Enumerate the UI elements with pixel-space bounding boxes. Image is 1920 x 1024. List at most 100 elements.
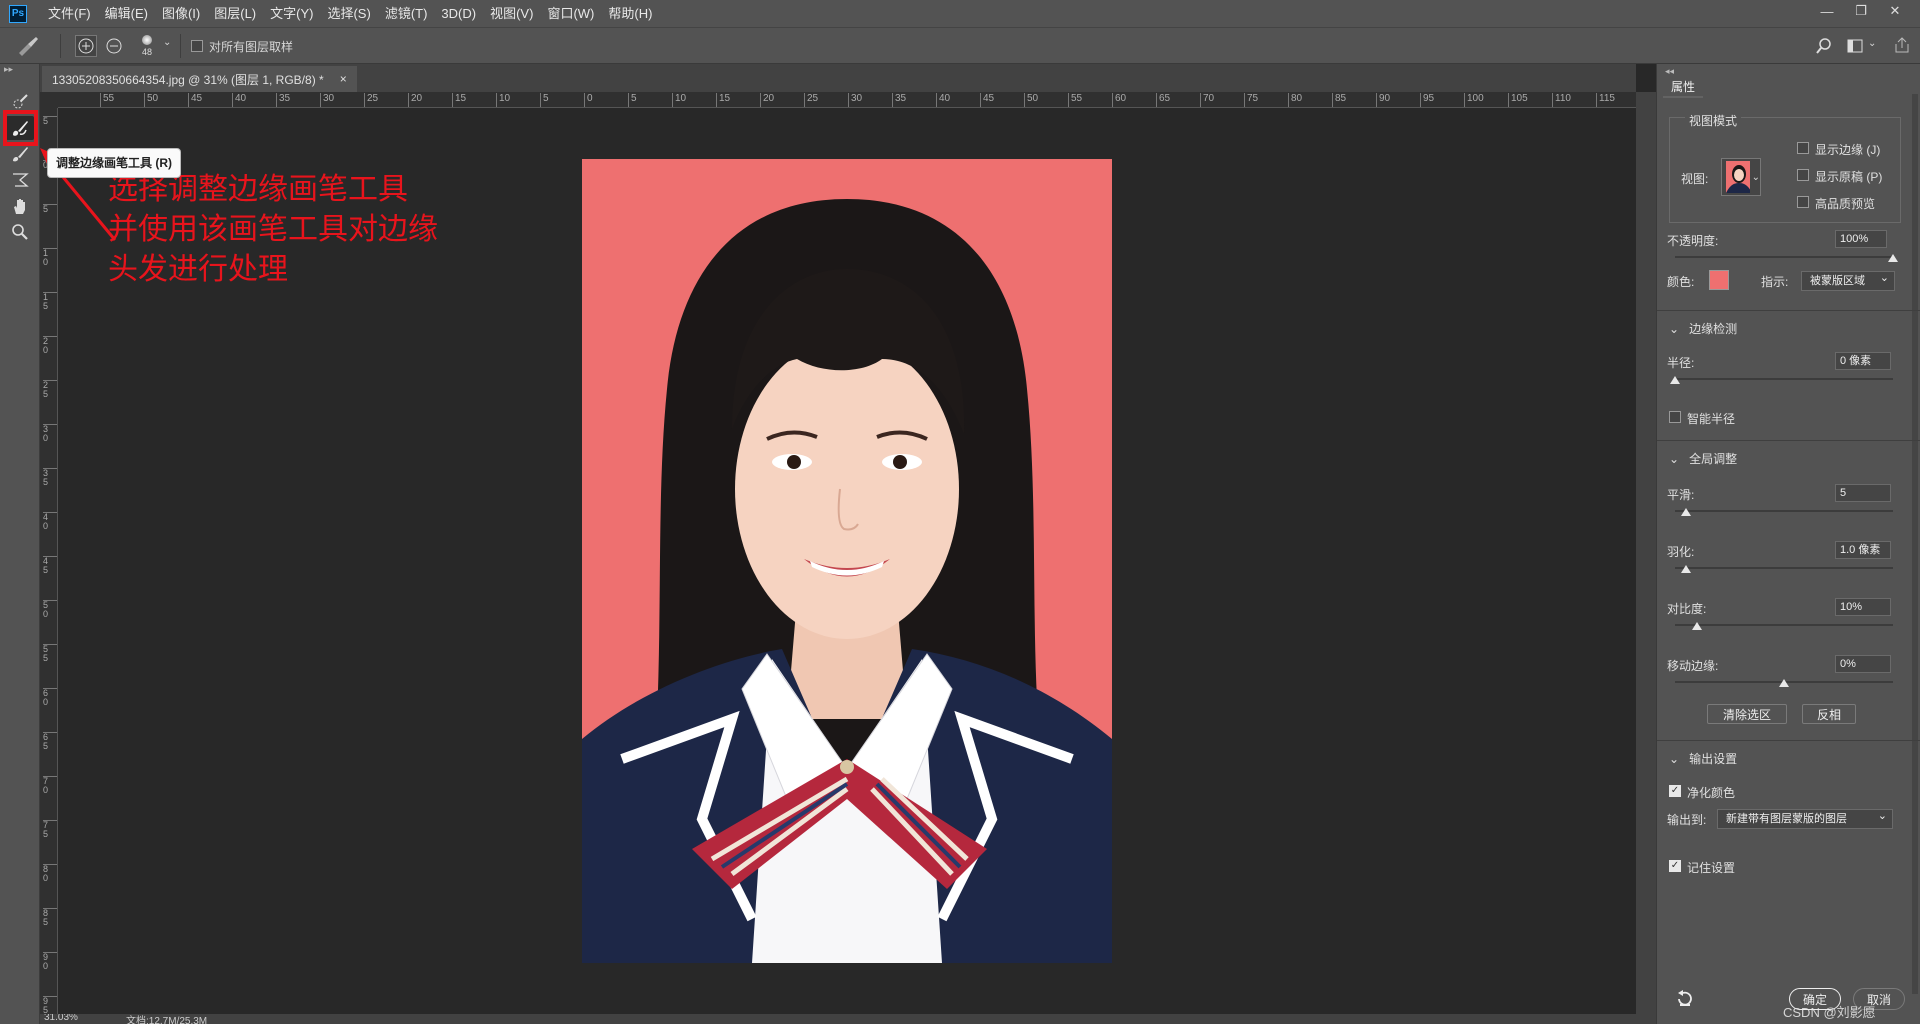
brush-size-picker[interactable]: 48 xyxy=(136,30,158,62)
smooth-input[interactable]: 5 xyxy=(1835,484,1891,502)
ruler-tick-label: 45 xyxy=(980,93,994,107)
collapse-icon[interactable]: ▸▸ xyxy=(4,64,13,75)
ruler-tick-label: 30 xyxy=(848,93,862,107)
opacity-input[interactable]: 100% xyxy=(1835,230,1887,248)
show-edge-label: 显示边缘 (J) xyxy=(1815,143,1881,157)
ruler-tick-label: 75 xyxy=(1244,93,1258,107)
clear-selection-button[interactable]: 清除选区 xyxy=(1707,704,1787,724)
canvas-area[interactable]: 选择调整边缘画笔工具 并使用该画笔工具对边缘 头发进行处理 xyxy=(58,108,1636,1014)
ruler-tick-label: 3 5 xyxy=(43,468,57,487)
ruler-tick-label: 5 0 xyxy=(43,600,57,619)
smart-radius-label: 智能半径 xyxy=(1687,412,1736,426)
menu-item[interactable]: 文件(F) xyxy=(41,0,98,27)
output-to-label: 输出到: xyxy=(1667,813,1707,827)
indicate-label: 指示: xyxy=(1761,275,1789,289)
global-refinements-header[interactable]: ⌄ 全局调整 xyxy=(1669,450,1737,467)
tool-tooltip: 调整边缘画笔工具 (R) xyxy=(47,148,181,178)
menu-item[interactable]: 3D(D) xyxy=(434,0,483,27)
ruler-tick-label: 25 xyxy=(804,93,818,107)
ruler-tick-label: 6 5 xyxy=(43,732,57,751)
ruler-tick-label: 20 xyxy=(408,93,422,107)
erase-refinements-icon[interactable] xyxy=(103,35,125,57)
ruler-tick-label: 5 xyxy=(628,93,637,107)
minimize-button[interactable]: — xyxy=(1810,0,1844,22)
close-tab-icon[interactable]: × xyxy=(340,72,347,86)
watermark-text: CSDN @刘影愿 xyxy=(1783,1005,1876,1020)
zoom-level[interactable]: 31.03% xyxy=(44,1014,78,1023)
vertical-scrollbar[interactable] xyxy=(1636,92,1656,1014)
menu-item[interactable]: 窗口(W) xyxy=(540,0,601,27)
menu-item[interactable]: 帮助(H) xyxy=(601,0,659,27)
ruler-tick-label: 4 0 xyxy=(43,512,57,531)
document-tab[interactable]: 13305208350664354.jpg @ 31% (图层 1, RGB/8… xyxy=(42,66,357,92)
decontaminate-checkbox[interactable]: ✓ xyxy=(1669,785,1681,797)
menu-item[interactable]: 图层(L) xyxy=(207,0,263,27)
annotation-line-3: 头发进行处理 xyxy=(108,252,288,287)
ruler-tick-label: 45 xyxy=(188,93,202,107)
chevron-down-icon: ⌄ xyxy=(1669,451,1680,466)
output-settings-header[interactable]: ⌄ 输出设置 xyxy=(1669,750,1737,767)
menu-item[interactable]: 滤镜(T) xyxy=(378,0,435,27)
properties-panel: ◂◂ 属性 视图模式 视图: ⌄ 显示边缘 (J) 显示原稿 (P) 高品质预览… xyxy=(1656,64,1920,1024)
contrast-input[interactable]: 10% xyxy=(1835,598,1891,616)
reset-icon[interactable] xyxy=(1675,990,1693,1011)
menu-item[interactable]: 文字(Y) xyxy=(263,0,320,27)
ruler-tick-label: 15 xyxy=(716,93,730,107)
search-icon[interactable] xyxy=(1813,35,1835,57)
shift-edge-slider[interactable] xyxy=(1675,679,1893,687)
workspace-icon[interactable] xyxy=(1844,35,1866,57)
hq-preview-checkbox[interactable] xyxy=(1797,196,1809,208)
ruler-tick-label: 9 5 xyxy=(43,996,57,1014)
chevron-down-icon: ⌄ xyxy=(1751,171,1760,183)
contrast-slider[interactable] xyxy=(1675,622,1893,630)
options-bar: 48 ⌄ 对所有图层取样 ⌄ xyxy=(0,27,1920,64)
share-icon[interactable] xyxy=(1891,34,1913,56)
properties-tab[interactable]: 属性 xyxy=(1663,76,1704,98)
annotation-text: 选择调整边缘画笔工具 并使用该画笔工具对边缘 头发进行处理 xyxy=(108,170,438,290)
panel-scrollbar[interactable] xyxy=(1912,94,1918,994)
smooth-slider[interactable] xyxy=(1675,508,1893,516)
remember-settings-checkbox[interactable]: ✓ xyxy=(1669,860,1681,872)
document-image[interactable] xyxy=(582,159,1112,963)
contrast-label: 对比度: xyxy=(1667,602,1707,616)
overlay-color-swatch[interactable] xyxy=(1709,270,1729,290)
invert-button[interactable]: 反相 xyxy=(1802,704,1856,724)
menu-item[interactable]: 视图(V) xyxy=(483,0,540,27)
show-edge-checkbox[interactable] xyxy=(1797,142,1809,154)
radius-slider[interactable] xyxy=(1670,376,1893,384)
radius-input[interactable]: 0 像素 xyxy=(1835,352,1891,370)
horizontal-ruler[interactable]: 55 50 45 40 35 30 25 20 15 10 5 0 5 10 15 20 25 30 35 40 45 5… xyxy=(58,92,1636,108)
ruler-tick-label: 15 xyxy=(452,93,466,107)
menu-item[interactable]: 选择(S) xyxy=(320,0,377,27)
opacity-label: 不透明度: xyxy=(1667,234,1719,248)
expand-detection-icon[interactable] xyxy=(75,35,97,57)
menu-item[interactable]: 编辑(E) xyxy=(98,0,155,27)
ruler-tick-label: 85 xyxy=(1332,93,1346,107)
feather-slider[interactable] xyxy=(1675,565,1893,573)
indicate-select[interactable]: 被蒙版区域 xyxy=(1801,269,1895,291)
shift-edge-input[interactable]: 0% xyxy=(1835,655,1891,673)
ruler-tick-label: 6 0 xyxy=(43,688,57,707)
show-original-checkbox[interactable] xyxy=(1797,169,1809,181)
view-mode-picker[interactable]: ⌄ xyxy=(1721,158,1761,196)
global-refinements-title: 全局调整 xyxy=(1689,452,1738,466)
ruler-tick-label: 40 xyxy=(232,93,246,107)
brush-preset-icon[interactable] xyxy=(14,35,42,57)
document-tab-bar: 13305208350664354.jpg @ 31% (图层 1, RGB/8… xyxy=(40,64,1636,92)
ruler-tick-label: 30 xyxy=(320,93,334,107)
ruler-tick-label: 60 xyxy=(1112,93,1126,107)
smooth-label: 平滑: xyxy=(1667,488,1695,502)
restore-button[interactable]: ❐ xyxy=(1844,0,1878,22)
close-window-button[interactable]: ✕ xyxy=(1878,0,1912,22)
smart-radius-checkbox[interactable] xyxy=(1669,411,1681,423)
ruler-tick-label: 65 xyxy=(1156,93,1170,107)
menu-item[interactable]: 图像(I) xyxy=(155,0,207,27)
edge-detection-header[interactable]: ⌄ 边缘检测 xyxy=(1669,320,1737,337)
output-to-select[interactable]: 新建带有图层蒙版的图层 xyxy=(1717,807,1893,829)
opacity-slider[interactable] xyxy=(1675,254,1898,262)
chevron-down-icon[interactable]: ⌄ xyxy=(1868,38,1876,49)
chevron-down-icon[interactable]: ⌄ xyxy=(163,37,171,48)
ruler-tick-label: 35 xyxy=(276,93,290,107)
sample-all-layers-checkbox[interactable] xyxy=(191,40,203,52)
feather-input[interactable]: 1.0 像素 xyxy=(1835,541,1891,559)
